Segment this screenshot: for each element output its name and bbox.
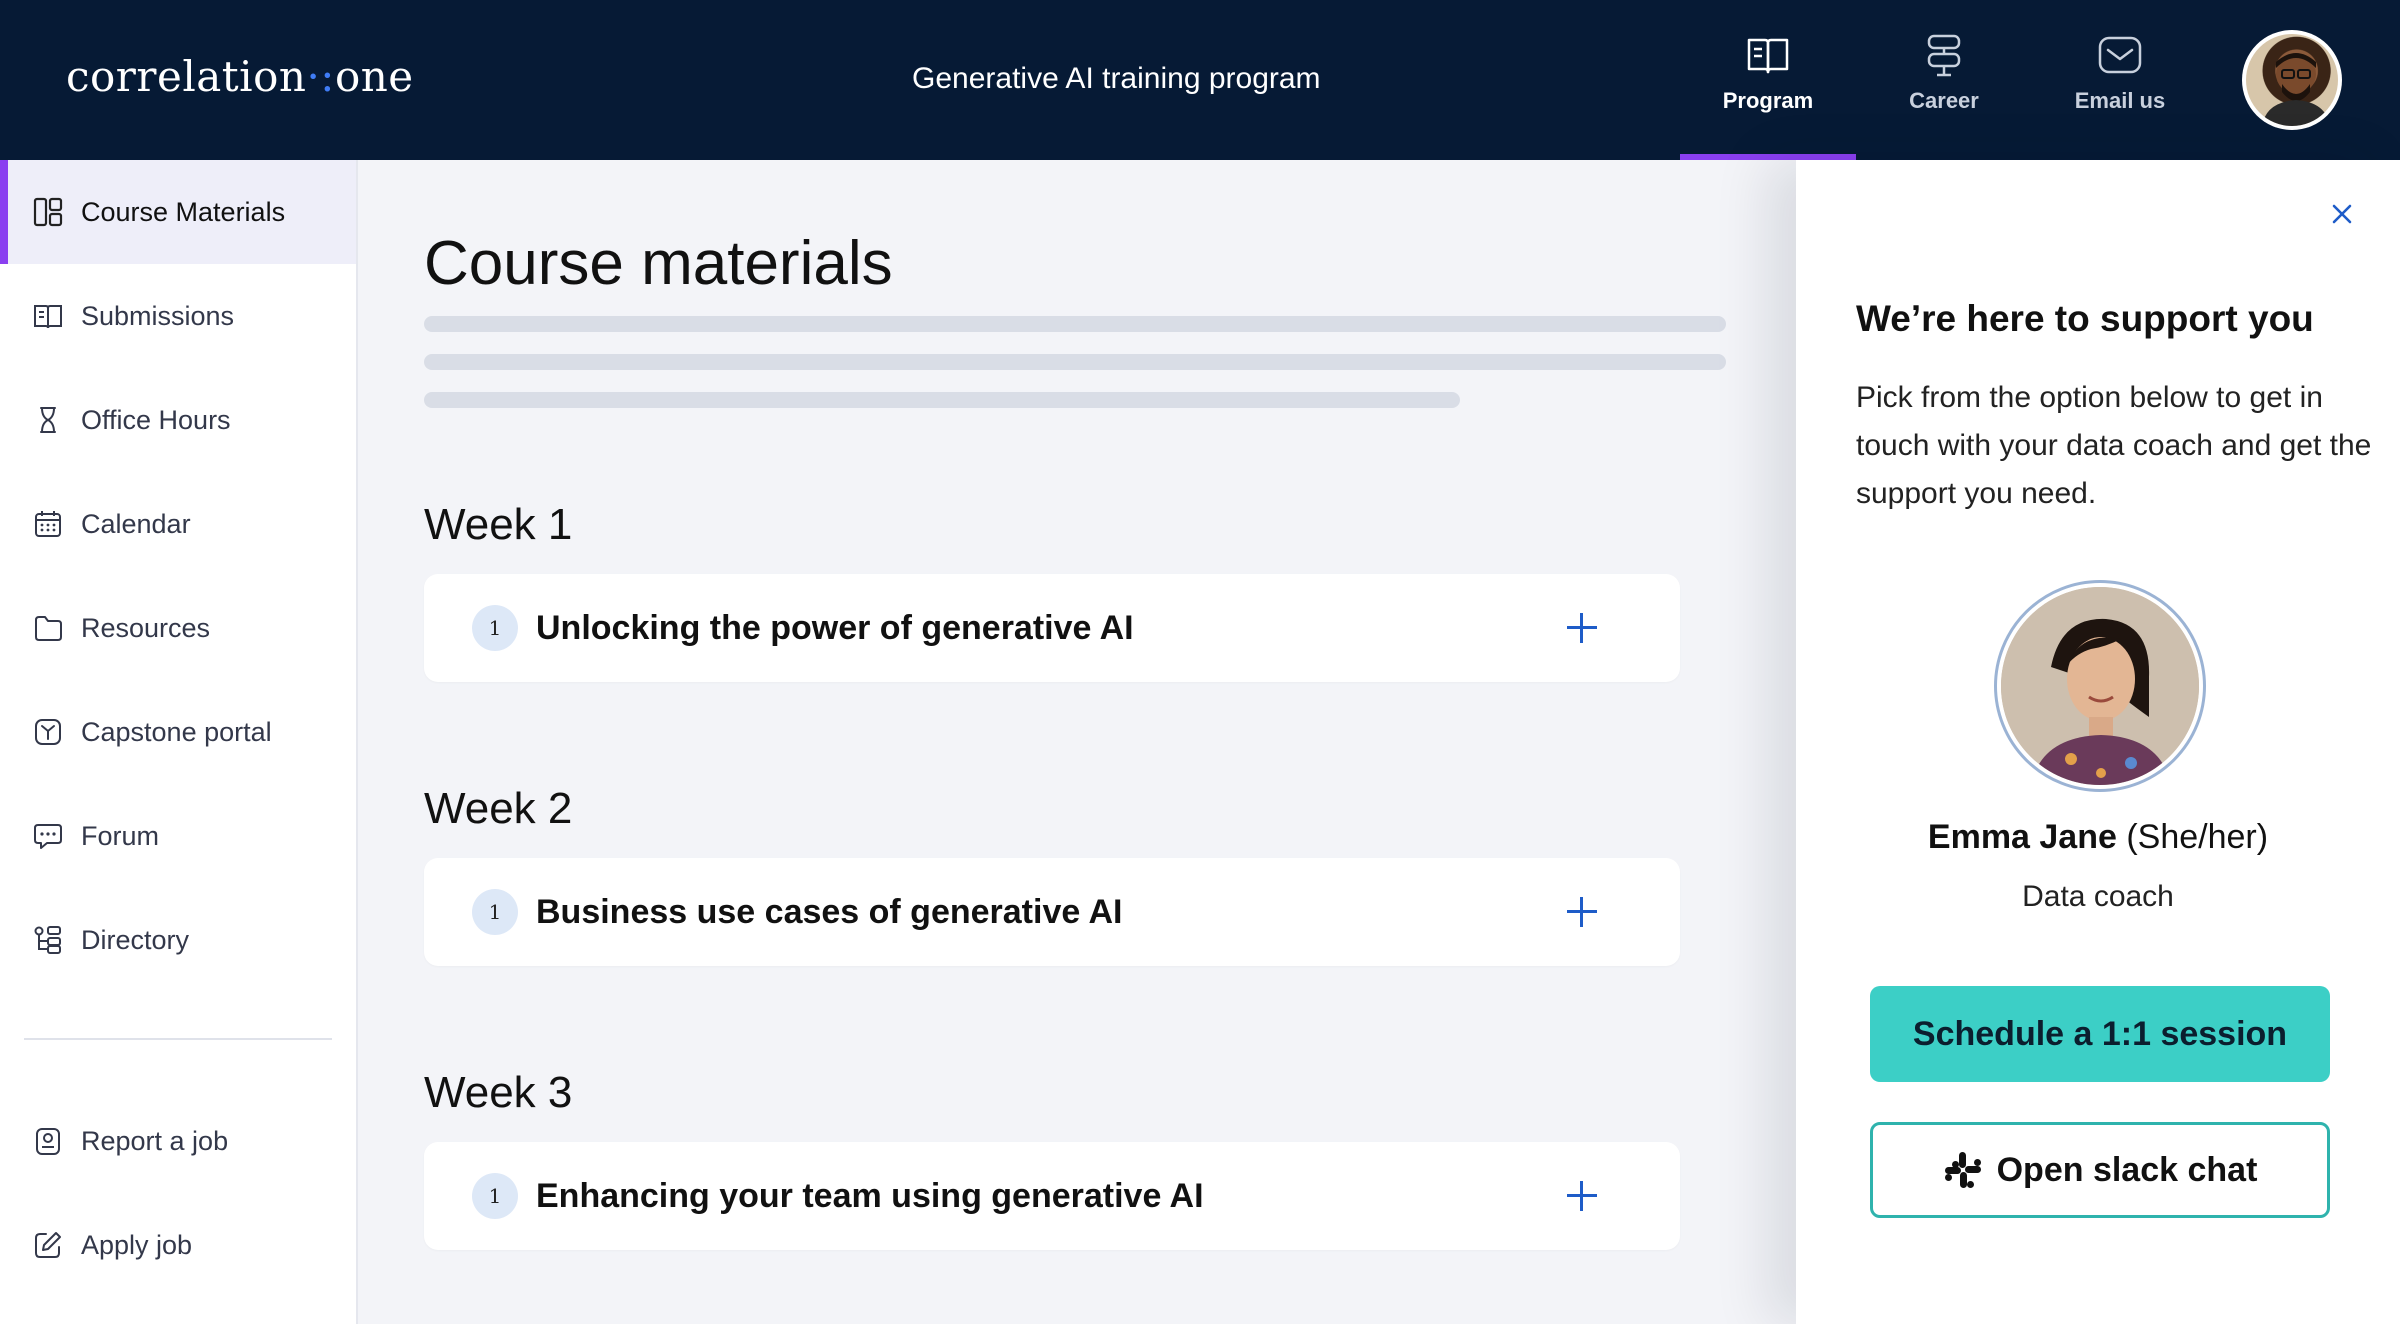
logo-text-tail: one [334,52,414,101]
coach-pronouns: (She/her) [2116,818,2269,856]
sidebar-item-submissions[interactable]: Submissions [0,264,356,368]
slack-button-label: Open slack chat [1996,1150,2258,1189]
sidebar-item-capstone-portal[interactable]: Capstone portal [0,680,356,784]
book-icon [1747,38,1789,74]
hierarchy-icon [31,923,65,957]
support-panel-description: Pick from the option below to get in tou… [1856,381,2372,510]
skeleton-line [424,316,1726,332]
sidebar-item-resources[interactable]: Resources [0,576,356,680]
nav-program[interactable]: Program [1680,28,1856,160]
edit-icon [31,1228,65,1262]
sidebar-item-label: Capstone portal [81,716,272,747]
week-2-heading: Week 2 [424,784,573,833]
module-title: Enhancing your team using generative AI [536,1176,1204,1215]
module-card-week-1[interactable]: 1 Unlocking the power of generative AI [424,574,1680,682]
skeleton-line [424,354,1726,370]
week-1-heading: Week 1 [424,500,573,549]
book-open-icon [31,299,65,333]
sidebar-item-calendar[interactable]: Calendar [0,472,356,576]
nav-email-us[interactable]: Email us [2032,28,2208,160]
sidebar-item-label: Submissions [81,300,235,331]
sidebar-divider [24,1038,332,1040]
page-title: Course materials [424,229,893,298]
module-title: Business use cases of generative AI [536,892,1123,931]
folder-icon [31,611,65,645]
expand-plus-icon[interactable] [1564,1178,1600,1214]
coach-photo [2001,587,2199,785]
sidebar-navigation: Course Materials Submissions Office Hour… [0,160,358,1324]
sidebar-item-label: Resources [81,612,211,643]
slack-icon [1944,1152,1981,1188]
sidebar-item-label: Course Materials [81,196,286,227]
layout-icon [31,195,65,229]
module-number-badge: 1 [472,889,518,935]
nav-program-label: Program [1722,88,1814,113]
module-card-week-3[interactable]: 1 Enhancing your team using generative A… [424,1142,1680,1250]
logo-text-main: correlation [66,52,307,101]
chat-icon [31,819,65,853]
coach-role: Data coach [2022,880,2174,913]
sidebar-item-directory[interactable]: Directory [0,888,356,992]
module-card-week-2[interactable]: 1 Business use cases of generative AI [424,858,1680,966]
sidebar-item-label: Forum [81,820,160,851]
sidebar-item-label: Office Hours [81,404,231,435]
nav-career-label: Career [1909,88,1979,113]
nav-email-label: Email us [2074,88,2166,113]
user-avatar[interactable] [2242,30,2342,130]
sidebar-item-forum[interactable]: Forum [0,784,356,888]
open-slack-chat-button[interactable]: Open slack chat [1870,1122,2330,1218]
expand-plus-icon[interactable] [1564,894,1600,930]
calendar-icon [31,507,65,541]
top-navigation-bar: correlation·:one Generative AI training … [0,0,2400,160]
week-3-heading: Week 3 [424,1068,573,1117]
sidebar-item-label: Calendar [81,508,191,539]
module-title: Unlocking the power of generative AI [536,608,1134,647]
signpost-icon [1927,34,1961,77]
capstone-icon [31,715,65,749]
user-avatar-photo [2246,34,2338,126]
module-number-badge: 1 [472,1173,518,1219]
schedule-session-button[interactable]: Schedule a 1:1 session [1870,986,2330,1082]
sidebar-item-apply-job[interactable]: Apply job [0,1193,356,1297]
coach-name: Emma Jane [1927,818,2117,856]
brand-logo[interactable]: correlation·:one [66,52,414,101]
close-icon[interactable] [2326,198,2358,230]
sidebar-item-report-a-job[interactable]: Report a job [0,1089,356,1193]
expand-plus-icon[interactable] [1564,610,1600,646]
support-panel-title: We’re here to support you [1856,298,2314,339]
sidebar-item-course-materials[interactable]: Course Materials [0,160,356,264]
sidebar-item-office-hours[interactable]: Office Hours [0,368,356,472]
sidebar-item-label: Directory [81,924,190,955]
main-content: Course materials Week 1 1 Unlocking the … [358,160,1796,1324]
sidebar-item-label: Report a job [81,1125,229,1156]
nav-career[interactable]: Career [1856,28,2032,160]
support-panel: We’re here to support you Pick from the … [1796,160,2400,1324]
logo-dots: ·: [306,52,335,101]
mail-icon [2098,36,2142,74]
sidebar-item-label: Apply job [81,1229,193,1260]
badge-icon [31,1124,65,1158]
coach-name-line: Emma Jane (She/her) [1796,818,2400,857]
hourglass-icon [31,403,65,437]
program-title: Generative AI training program [912,62,1321,95]
skeleton-line [424,392,1460,408]
coach-avatar [1994,580,2206,792]
module-number-badge: 1 [472,605,518,651]
